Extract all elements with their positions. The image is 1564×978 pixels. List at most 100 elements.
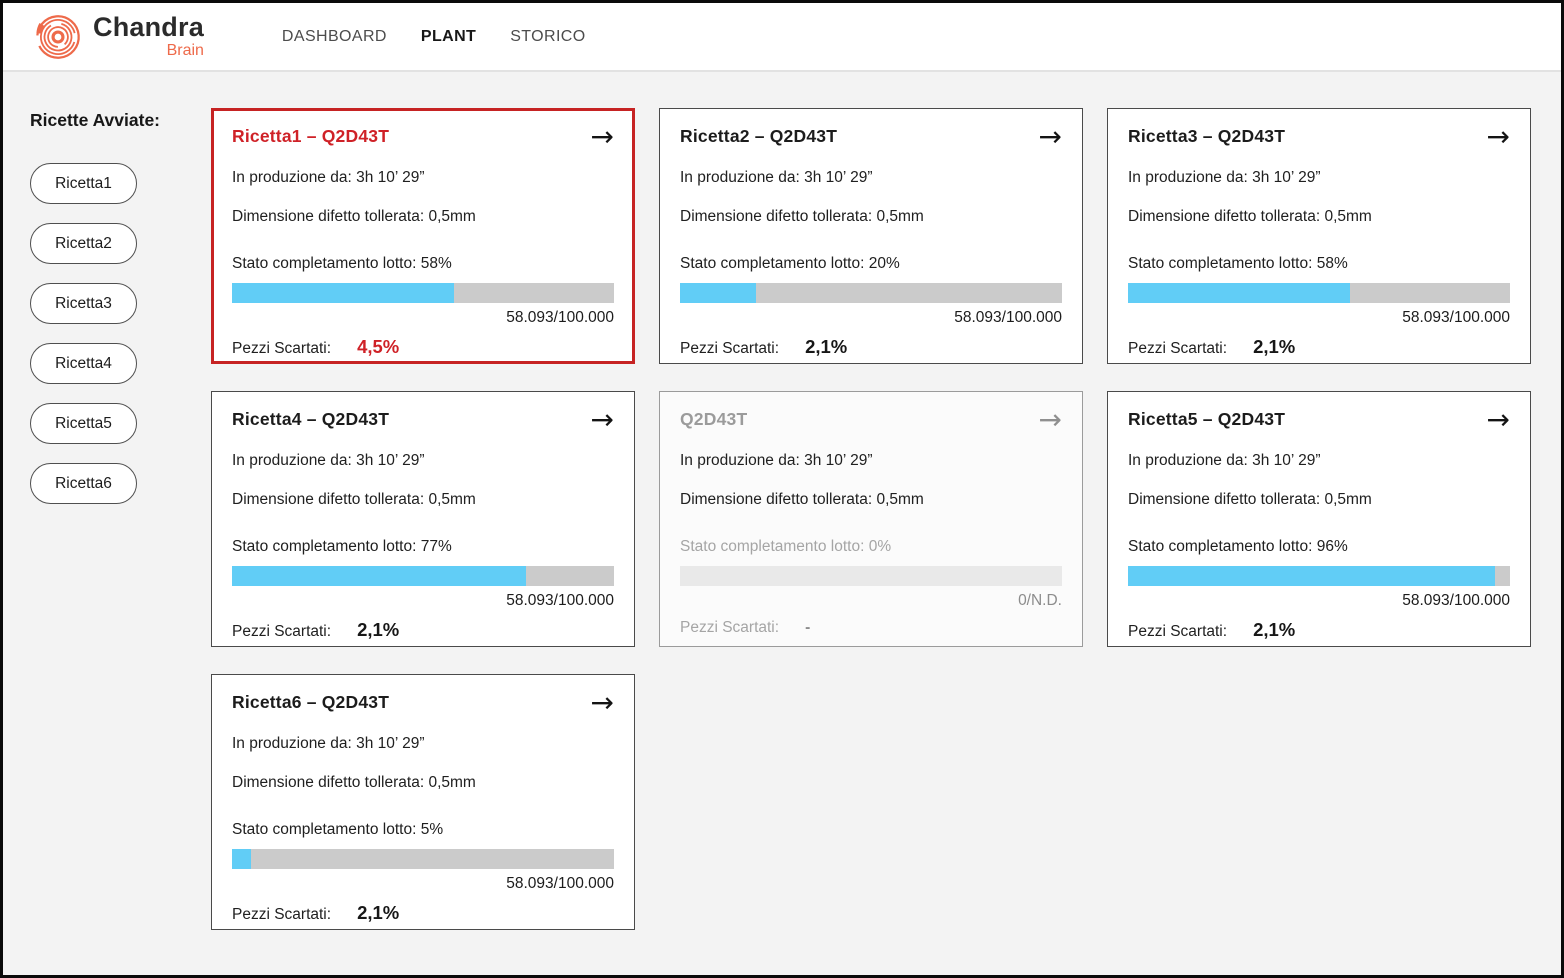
scrap-row: Pezzi Scartati: 4,5% xyxy=(232,336,614,358)
card-title: Q2D43T xyxy=(680,409,747,430)
recipe-pill-ricetta4[interactable]: Ricetta4 xyxy=(30,343,137,384)
completion-value: 58% xyxy=(1317,255,1348,272)
completion-line: Stato completamento lotto: 96% xyxy=(1128,538,1510,556)
scrap-value: - xyxy=(805,619,810,637)
defect-value: 0,5mm xyxy=(428,491,475,508)
open-detail-arrow-icon[interactable]: → xyxy=(591,126,614,148)
open-detail-arrow-icon[interactable]: → xyxy=(591,409,614,431)
scrap-label: Pezzi Scartati: xyxy=(232,623,331,641)
production-time-line: In produzione da: 3h 10’ 29” xyxy=(1128,452,1510,470)
production-value: 3h 10’ 29” xyxy=(356,169,424,186)
nav-plant[interactable]: PLANT xyxy=(421,28,476,46)
scrap-row: Pezzi Scartati: - xyxy=(680,619,1062,637)
completion-label: Stato completamento lotto: xyxy=(1128,538,1312,555)
completion-line: Stato completamento lotto: 58% xyxy=(1128,255,1510,273)
recipes-sidebar: Ricette Avviate: Ricetta1 Ricetta2 Ricet… xyxy=(3,72,209,504)
card-title: Ricetta5 – Q2D43T xyxy=(1128,409,1285,430)
recipe-pill-ricetta3[interactable]: Ricetta3 xyxy=(30,283,137,324)
scrap-value: 2,1% xyxy=(1253,619,1295,641)
defect-tolerance-line: Dimensione difetto tollerata: 0,5mm xyxy=(680,208,1062,226)
completion-label: Stato completamento lotto: xyxy=(232,821,416,838)
open-detail-arrow-icon[interactable]: → xyxy=(591,692,614,714)
recipe-card-ricetta1[interactable]: Ricetta1 – Q2D43T → In produzione da: 3h… xyxy=(211,108,635,364)
lot-count: 58.093/100.000 xyxy=(232,592,614,610)
recipe-pill-ricetta6[interactable]: Ricetta6 xyxy=(30,463,137,504)
nav-dashboard[interactable]: DASHBOARD xyxy=(282,28,387,46)
recipe-pill-ricetta2[interactable]: Ricetta2 xyxy=(30,223,137,264)
scrap-value: 2,1% xyxy=(1253,336,1295,358)
production-label: In produzione da: xyxy=(1128,452,1248,469)
scrap-row: Pezzi Scartati: 2,1% xyxy=(1128,336,1510,358)
production-time-line: In produzione da: 3h 10’ 29” xyxy=(232,169,614,187)
lot-progress-fill xyxy=(232,283,454,303)
lot-progress-fill xyxy=(680,283,756,303)
recipe-pill-ricetta1[interactable]: Ricetta1 xyxy=(30,163,137,204)
defect-label: Dimensione difetto tollerata: xyxy=(232,491,424,508)
scrap-label: Pezzi Scartati: xyxy=(680,619,779,637)
card-title: Ricetta2 – Q2D43T xyxy=(680,126,837,147)
completion-value: 58% xyxy=(421,255,452,272)
production-time-line: In produzione da: 3h 10’ 29” xyxy=(1128,169,1510,187)
recipe-pill-ricetta5[interactable]: Ricetta5 xyxy=(30,403,137,444)
scrap-value: 2,1% xyxy=(805,336,847,358)
defect-label: Dimensione difetto tollerata: xyxy=(1128,491,1320,508)
scrap-label: Pezzi Scartati: xyxy=(1128,623,1227,641)
production-value: 3h 10’ 29” xyxy=(1252,169,1320,186)
lot-progress-fill xyxy=(232,849,251,869)
card-title: Ricetta1 – Q2D43T xyxy=(232,126,389,147)
scrap-label: Pezzi Scartati: xyxy=(1128,340,1227,358)
open-detail-arrow-icon[interactable]: → xyxy=(1039,126,1062,148)
scrap-value: 2,1% xyxy=(357,619,399,641)
lot-count: 58.093/100.000 xyxy=(232,309,614,327)
lot-count: 58.093/100.000 xyxy=(1128,309,1510,327)
completion-line: Stato completamento lotto: 58% xyxy=(232,255,614,273)
completion-line: Stato completamento lotto: 77% xyxy=(232,538,614,556)
nav-storico[interactable]: STORICO xyxy=(510,28,585,46)
recipe-card-idle[interactable]: Q2D43T → In produzione da: 3h 10’ 29” Di… xyxy=(659,391,1083,647)
lot-count: 58.093/100.000 xyxy=(232,875,614,893)
card-title: Ricetta6 – Q2D43T xyxy=(232,692,389,713)
production-time-line: In produzione da: 3h 10’ 29” xyxy=(232,735,614,753)
card-title: Ricetta3 – Q2D43T xyxy=(1128,126,1285,147)
completion-value: 96% xyxy=(1317,538,1348,555)
scrap-label: Pezzi Scartati: xyxy=(232,906,331,924)
lot-count: 58.093/100.000 xyxy=(680,309,1062,327)
scrap-label: Pezzi Scartati: xyxy=(680,340,779,358)
recipe-card-ricetta3[interactable]: Ricetta3 – Q2D43T → In produzione da: 3h… xyxy=(1107,108,1531,364)
defect-value: 0,5mm xyxy=(1324,491,1371,508)
defect-label: Dimensione difetto tollerata: xyxy=(1128,208,1320,225)
production-value: 3h 10’ 29” xyxy=(804,452,872,469)
production-time-line: In produzione da: 3h 10’ 29” xyxy=(232,452,614,470)
completion-label: Stato completamento lotto: xyxy=(232,255,416,272)
production-label: In produzione da: xyxy=(680,169,800,186)
completion-value: 20% xyxy=(869,255,900,272)
production-label: In produzione da: xyxy=(1128,169,1248,186)
lot-progress-bar xyxy=(680,566,1062,586)
open-detail-arrow-icon[interactable]: → xyxy=(1487,126,1510,148)
production-label: In produzione da: xyxy=(232,735,352,752)
production-value: 3h 10’ 29” xyxy=(356,452,424,469)
production-label: In produzione da: xyxy=(232,169,352,186)
scrap-value: 2,1% xyxy=(357,902,399,924)
brand-logo: Chandra Brain xyxy=(31,10,204,64)
completion-value: 77% xyxy=(421,538,452,555)
brand-name: Chandra xyxy=(93,14,204,41)
recipe-card-ricetta4[interactable]: Ricetta4 – Q2D43T → In produzione da: 3h… xyxy=(211,391,635,647)
open-detail-arrow-icon[interactable]: → xyxy=(1487,409,1510,431)
completion-label: Stato completamento lotto: xyxy=(232,538,416,555)
defect-value: 0,5mm xyxy=(428,774,475,791)
recipe-card-ricetta2[interactable]: Ricetta2 – Q2D43T → In produzione da: 3h… xyxy=(659,108,1083,364)
completion-line: Stato completamento lotto: 20% xyxy=(680,255,1062,273)
card-title: Ricetta4 – Q2D43T xyxy=(232,409,389,430)
scrap-row: Pezzi Scartati: 2,1% xyxy=(232,619,614,641)
completion-line: Stato completamento lotto: 0% xyxy=(680,538,1062,556)
production-value: 3h 10’ 29” xyxy=(1252,452,1320,469)
lot-progress-bar xyxy=(1128,283,1510,303)
completion-label: Stato completamento lotto: xyxy=(680,255,864,272)
recipe-card-ricetta5[interactable]: Ricetta5 – Q2D43T → In produzione da: 3h… xyxy=(1107,391,1531,647)
lot-progress-fill xyxy=(1128,566,1495,586)
defect-tolerance-line: Dimensione difetto tollerata: 0,5mm xyxy=(232,491,614,509)
defect-value: 0,5mm xyxy=(1324,208,1371,225)
recipe-card-ricetta6[interactable]: Ricetta6 – Q2D43T → In produzione da: 3h… xyxy=(211,674,635,930)
open-detail-arrow-icon[interactable]: → xyxy=(1039,409,1062,431)
